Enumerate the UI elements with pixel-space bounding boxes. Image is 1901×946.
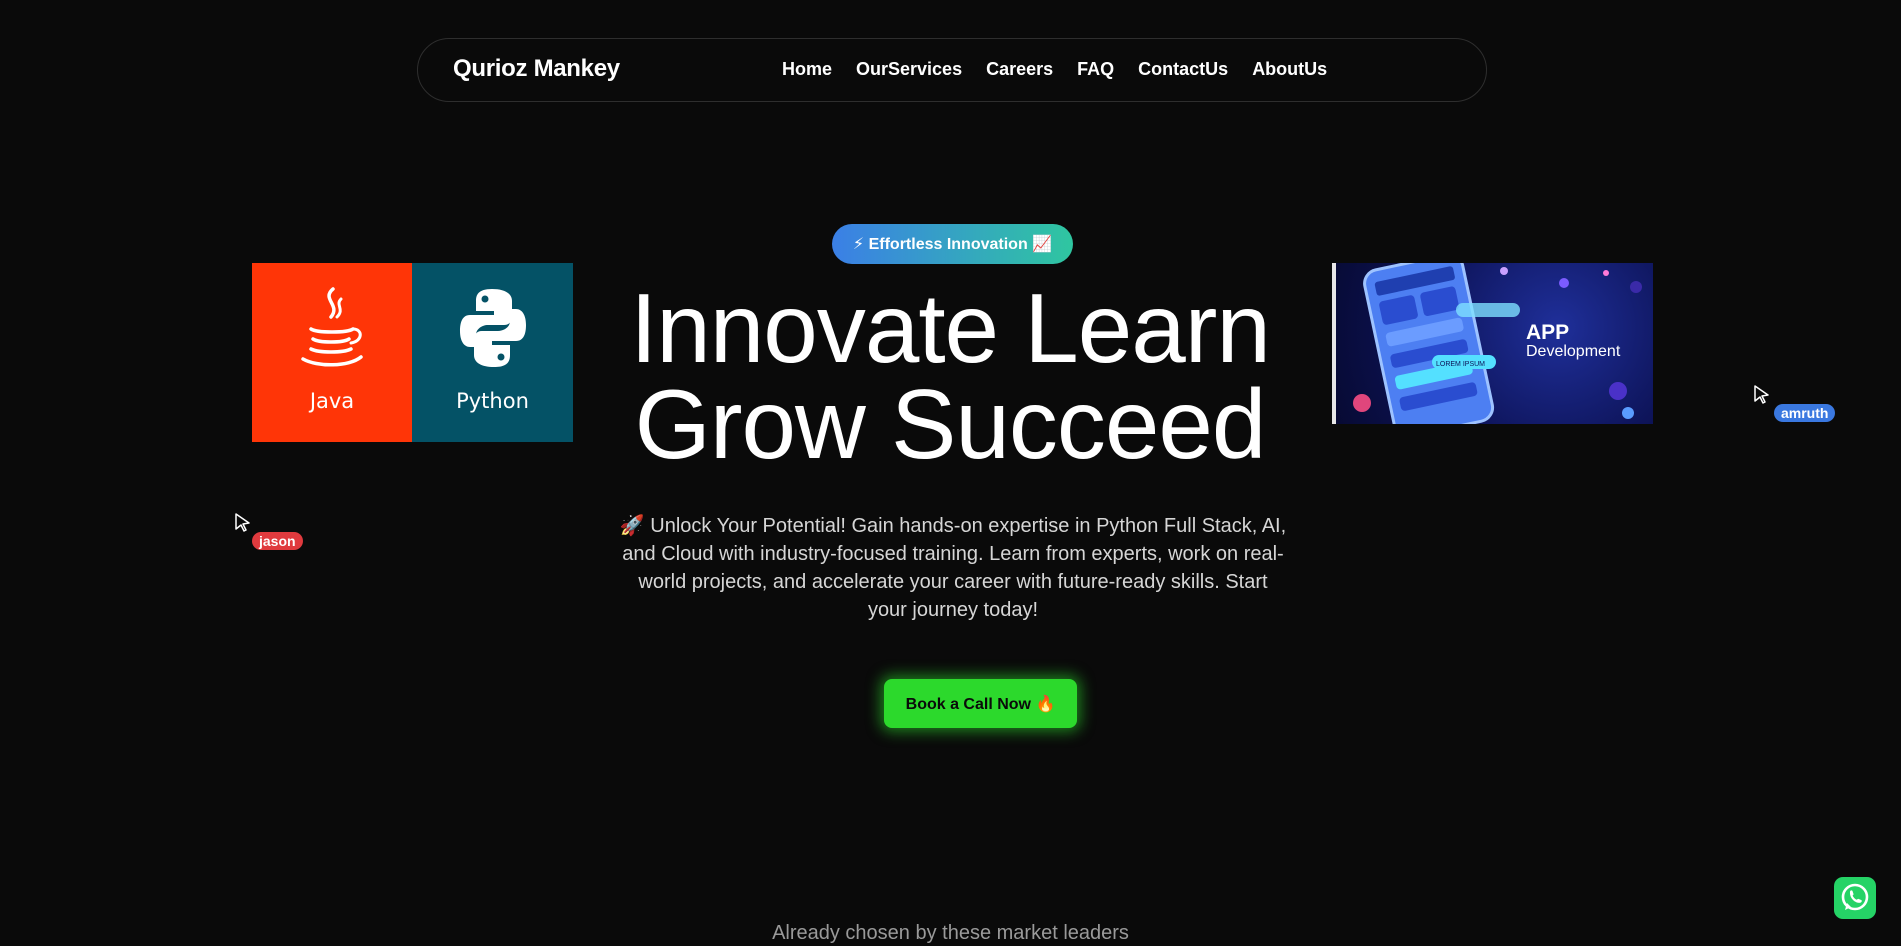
cursor-arrow-icon: [235, 513, 250, 532]
nav-links: Home OurServices Careers FAQ ContactUs A…: [782, 59, 1327, 80]
market-leaders-heading: Already chosen by these market leaders: [772, 922, 1129, 944]
app-development-banner: LOREM IPSUM APP Development: [1332, 263, 1653, 424]
python-tile: Python: [412, 263, 573, 442]
cursor-arrow-icon: [1754, 385, 1769, 404]
nav-careers[interactable]: Careers: [986, 59, 1053, 80]
hero-title-line1: Innovate Learn: [630, 273, 1271, 383]
app-banner-title: APP: [1526, 321, 1570, 344]
java-cup-icon: [301, 287, 363, 367]
nav-faq[interactable]: FAQ: [1077, 59, 1114, 80]
nav-home[interactable]: Home: [782, 59, 832, 80]
collaborator-tag-amruth: amruth: [1774, 404, 1836, 422]
hero-description: 🚀 Unlock Your Potential! Gain hands-on e…: [619, 515, 1287, 621]
brand-logo[interactable]: Qurioz Mankey: [453, 55, 620, 83]
innovation-badge: ⚡ Effortless Innovation 📈: [832, 224, 1073, 264]
book-call-button[interactable]: Book a Call Now 🔥: [884, 679, 1077, 728]
nav-about-us[interactable]: AboutUs: [1252, 59, 1327, 80]
whatsapp-icon: [1841, 883, 1869, 911]
nav-contact-us[interactable]: ContactUs: [1138, 59, 1228, 80]
hero-title: Innovate Learn Grow Succeed: [560, 279, 1340, 473]
mockup-label: LOREM IPSUM: [1436, 361, 1485, 368]
python-logo-icon: [459, 289, 526, 367]
java-tile: Java: [252, 263, 412, 442]
app-banner-subtitle: Development: [1526, 343, 1621, 360]
whatsapp-button[interactable]: [1834, 877, 1876, 919]
collaborator-tag-jason: jason: [252, 532, 303, 550]
tech-tiles: Java Python: [252, 263, 573, 442]
python-label: Python: [456, 389, 529, 413]
hero-title-line2: Grow Succeed: [634, 369, 1267, 479]
nav-our-services[interactable]: OurServices: [856, 59, 962, 80]
collaborator-cursor-amruth: amruth: [1753, 384, 1836, 422]
navbar: Qurioz Mankey Home OurServices Careers F…: [417, 38, 1487, 102]
collaborator-cursor-jason: jason: [234, 512, 303, 550]
java-label: Java: [309, 389, 355, 413]
